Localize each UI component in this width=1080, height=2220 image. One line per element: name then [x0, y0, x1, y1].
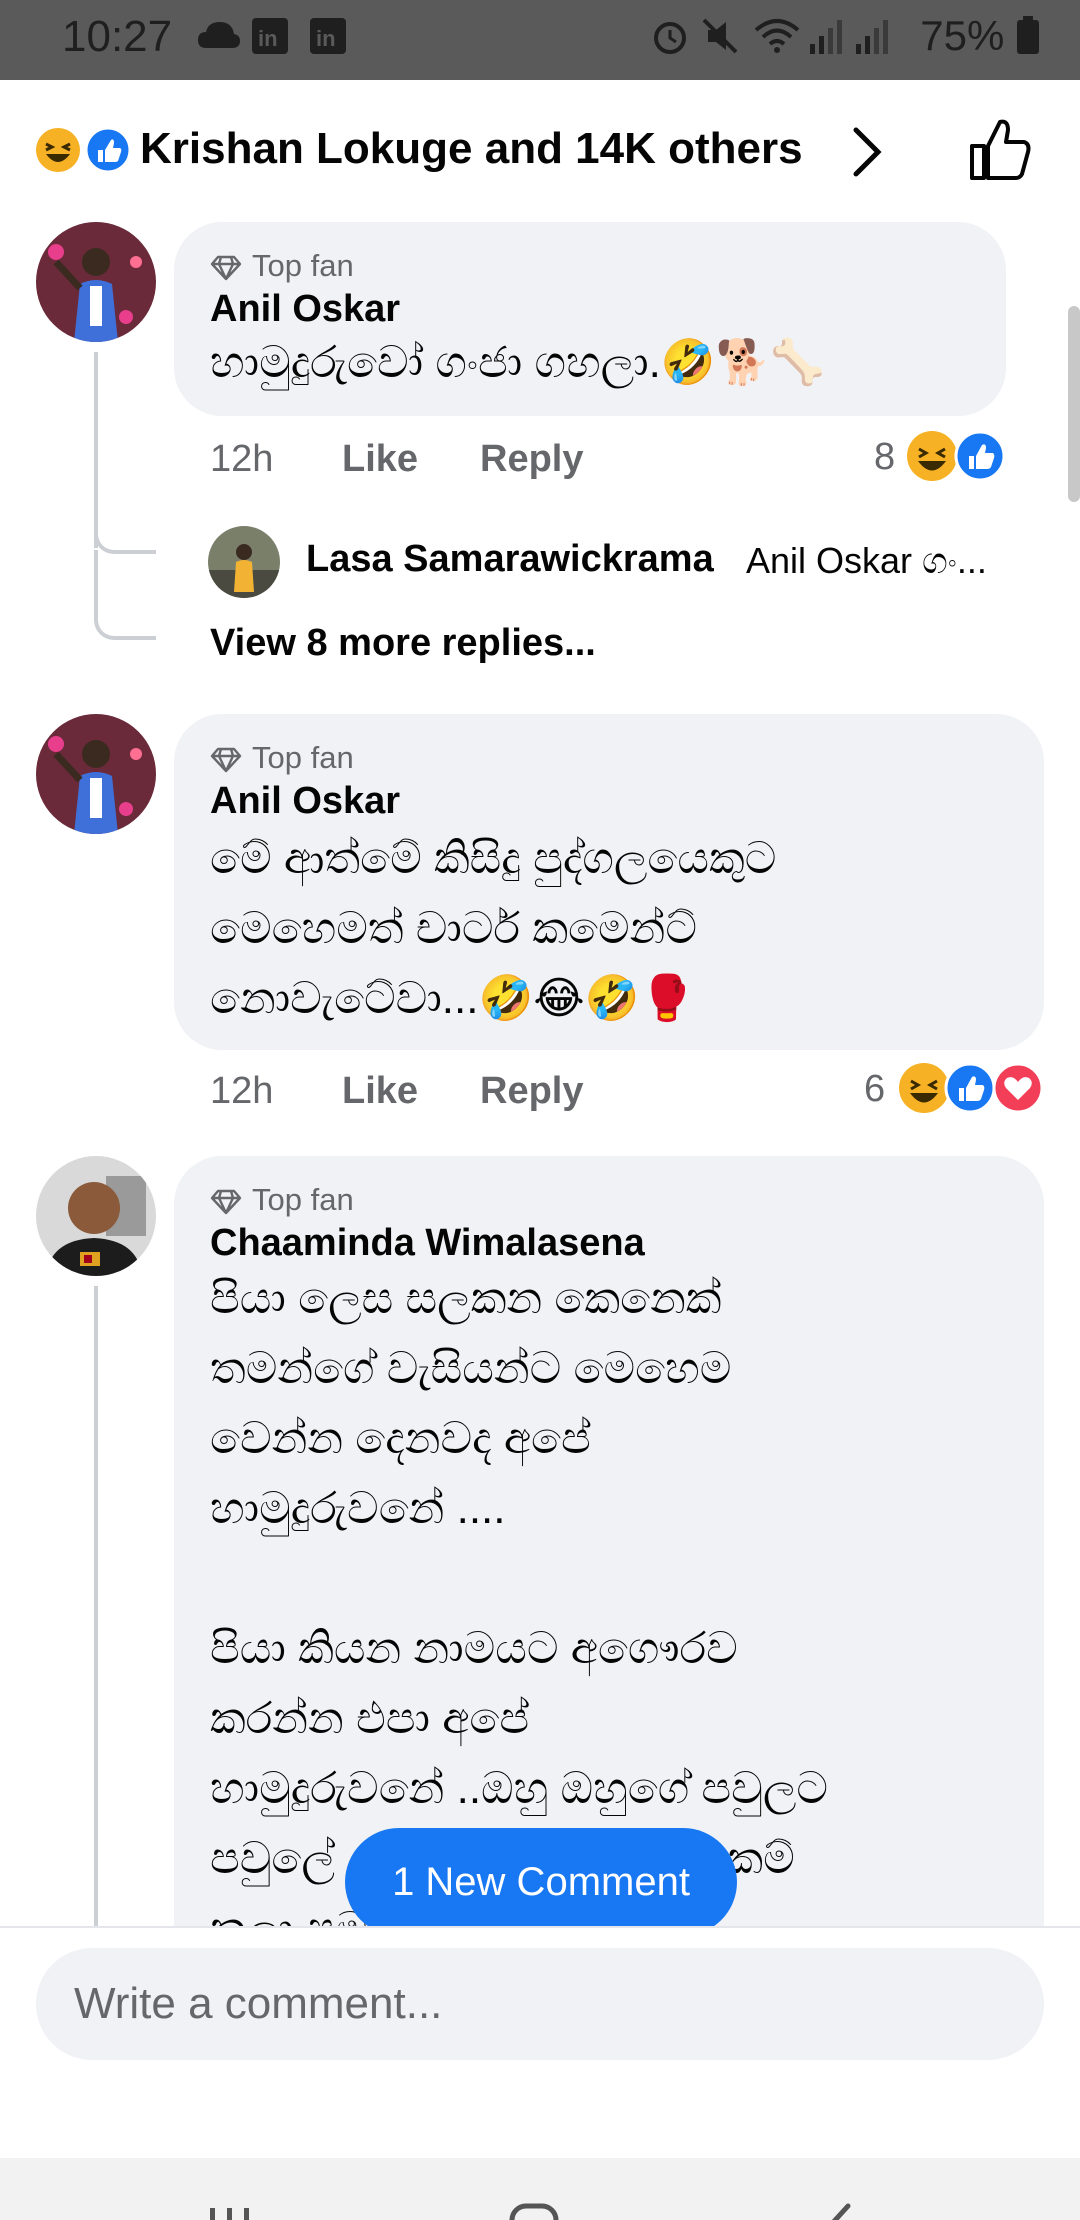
comment-bubble[interactable]: Top fan Anil Oskar මේ ආත්මේ කිසිදු පුද්ග… [174, 714, 1044, 1050]
haha-reaction-icon [36, 128, 80, 172]
avatar-image [36, 1156, 156, 1276]
love-reaction-icon [992, 1062, 1044, 1114]
view-more-replies-link[interactable]: View 8 more replies... [210, 622, 596, 665]
avatar[interactable] [36, 1156, 156, 1276]
linkedin-icon: in [252, 18, 288, 54]
reply-avatar[interactable] [208, 526, 280, 598]
thread-connector [94, 550, 156, 640]
haha-reaction-icon [907, 431, 957, 481]
reactions-title: Krishan Lokuge and 14K others [140, 124, 803, 173]
comment-author[interactable]: Anil Oskar [210, 288, 400, 331]
reaction-count[interactable]: 6 [864, 1068, 885, 1111]
thread-connector [94, 460, 156, 554]
comment-author[interactable]: Chaaminda Wimalasena [210, 1222, 645, 1265]
wifi-icon [754, 19, 800, 53]
reply-text[interactable]: Anil Oskar ගං... [746, 540, 987, 583]
alarm-icon [654, 22, 686, 54]
avatar-image [208, 526, 280, 598]
reactions-header[interactable]: Krishan Lokuge and 14K others [0, 80, 1080, 220]
diamond-icon [210, 747, 242, 773]
top-fan-badge: Top fan [210, 740, 354, 776]
comment-text: හාමුදුරුවෝ ගංජා ගහලා.🤣🐕🦴 [210, 338, 826, 387]
comment-bubble[interactable]: Top fan Anil Oskar හාමුදුරුවෝ ගංජා ගහලා.… [174, 222, 1006, 416]
svg-text:in: in [258, 26, 278, 51]
thumbs-up-icon[interactable] [966, 116, 1034, 184]
avatar-image [36, 222, 156, 342]
top-fan-badge: Top fan [210, 248, 354, 284]
comment-author[interactable]: Anil Oskar [210, 780, 400, 823]
avatar[interactable] [36, 222, 156, 342]
like-reaction-icon [944, 1062, 996, 1114]
comments-sheet: Krishan Lokuge and 14K others Top fan An… [0, 80, 1080, 2220]
reaction-icons[interactable] [896, 1060, 1046, 1116]
new-comment-button[interactable]: 1 New Comment [345, 1828, 737, 1936]
comment-text: මේ ආත්මේ කිසිදු පුද්ගලයෙකුට මෙහෙමත් චාටර… [210, 834, 777, 1023]
battery-icon [1017, 16, 1039, 54]
like-reaction-icon [84, 126, 132, 174]
top-fan-badge: Top fan [210, 1182, 354, 1218]
like-reaction-icon [954, 430, 1006, 482]
recent-apps-icon[interactable] [200, 2198, 260, 2220]
home-icon[interactable] [504, 2198, 564, 2220]
like-link[interactable]: Like [342, 1070, 418, 1113]
diamond-icon [210, 255, 242, 281]
reaction-count[interactable]: 8 [874, 436, 895, 479]
reply-link[interactable]: Reply [480, 438, 583, 481]
mute-icon [702, 18, 738, 54]
diamond-icon [210, 1189, 242, 1215]
avatar-image [36, 714, 156, 834]
reply-author[interactable]: Lasa Samarawickrama [306, 538, 714, 581]
signal-icon [856, 20, 888, 54]
status-time: 10:27 [62, 12, 173, 61]
cloud-icon [198, 22, 240, 48]
like-link[interactable]: Like [342, 438, 418, 481]
battery-level: 75% [920, 12, 1040, 60]
status-bar: 10:27 in in 75% [0, 0, 1080, 80]
avatar[interactable] [36, 714, 156, 834]
haha-reaction-icon [899, 1063, 949, 1113]
reply-link[interactable]: Reply [480, 1070, 583, 1113]
thread-line [94, 1286, 98, 1926]
linkedin-icon: in [310, 18, 346, 54]
system-nav-bar [0, 2158, 1080, 2220]
signal-icon [810, 20, 842, 54]
chevron-right-icon [853, 127, 882, 177]
comment-composer-bar: Write a comment... [0, 1926, 1080, 2160]
scrollbar[interactable] [1068, 306, 1080, 502]
back-icon[interactable] [810, 2198, 870, 2220]
svg-text:in: in [316, 26, 336, 51]
comment-time: 12h [210, 438, 274, 480]
comment-time: 12h [210, 1070, 274, 1112]
reaction-summary-icons [36, 126, 132, 174]
reaction-icons[interactable] [904, 428, 1008, 484]
comment-input[interactable]: Write a comment... [36, 1948, 1044, 2060]
